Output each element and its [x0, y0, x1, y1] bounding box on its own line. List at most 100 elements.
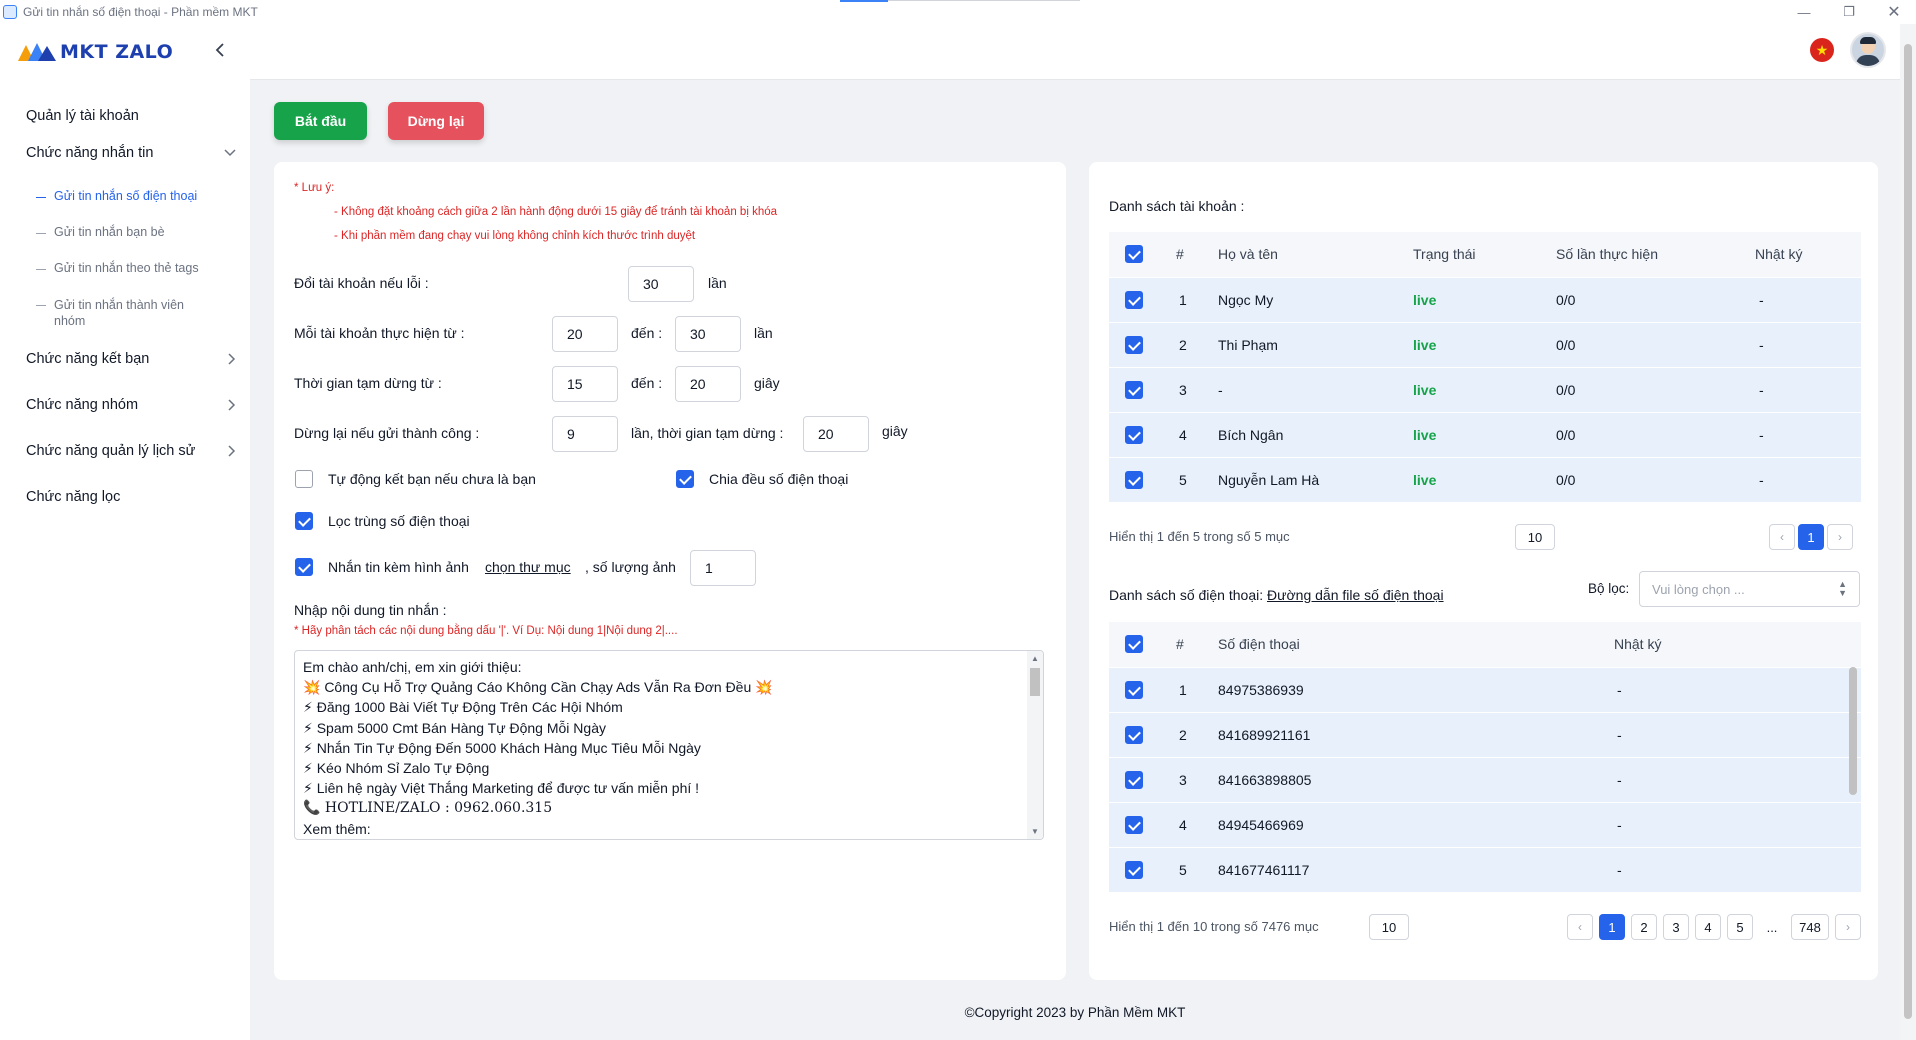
attach-image-checkbox[interactable]	[295, 558, 313, 576]
sidebar-item-history-functions[interactable]: Chức năng quản lý lịch sử	[26, 443, 236, 459]
close-icon[interactable]: ✕	[1874, 0, 1914, 24]
select-arrows-icon: ▲ ▼	[1838, 579, 1847, 598]
table-row[interactable]: 3 841663898805 -	[1109, 757, 1861, 802]
account-name: Ngọc My	[1218, 292, 1274, 308]
table-row[interactable]: 2 841689921161 -	[1109, 712, 1861, 757]
vietnam-flag-icon[interactable]: ★	[1810, 38, 1834, 62]
row-checkbox[interactable]	[1125, 771, 1143, 789]
table-row[interactable]: 4 Bích Ngân live 0/0 -	[1109, 412, 1861, 457]
sidebar-item-messaging[interactable]: Chức năng nhắn tin	[26, 145, 236, 161]
accounts-page-button[interactable]: 1	[1798, 524, 1824, 550]
switch-account-input[interactable]: 30	[628, 266, 694, 302]
scrollbar-thumb[interactable]	[1030, 668, 1040, 696]
pause-from-input[interactable]: 15	[552, 366, 618, 402]
image-count-input[interactable]: 1	[690, 550, 756, 586]
textarea-scrollbar[interactable]: ▲ ▼	[1027, 651, 1043, 839]
table-row[interactable]: 4 84945466969 -	[1109, 802, 1861, 847]
choose-folder-link[interactable]: chọn thư mục	[485, 559, 571, 575]
row-number: 3	[1179, 772, 1187, 788]
select-all-accounts-checkbox[interactable]	[1125, 245, 1143, 263]
pause-to-input[interactable]: 20	[675, 366, 741, 402]
accounts-page-size-select[interactable]: 10	[1515, 524, 1555, 550]
table-row[interactable]: 2 Thi Phạm live 0/0 -	[1109, 322, 1861, 367]
message-line: ⚡ Liên hệ ngày Việt Thắng Marketing để đ…	[303, 780, 700, 797]
sidebar-subitem-friend-message[interactable]: Gửi tin nhắn bạn bè	[36, 225, 236, 239]
split-phone-checkbox[interactable]	[676, 470, 694, 488]
brand-logo: MKT ZALO	[18, 41, 173, 63]
per-account-from-input[interactable]: 20	[552, 316, 618, 352]
phones-page-size-select[interactable]: 10	[1369, 914, 1409, 940]
message-line: ⚡ Nhắn Tin Tự Động Đến 5000 Khách Hàng M…	[303, 739, 701, 756]
phones-page-button[interactable]: 4	[1695, 914, 1721, 940]
pause-unit: giây	[754, 375, 780, 391]
sidebar-subitem-tag-message[interactable]: Gửi tin nhắn theo thẻ tags	[36, 261, 236, 275]
sidebar-item-account-management[interactable]: Quản lý tài khoản	[26, 108, 236, 124]
message-textarea[interactable]: Em chào anh/chị, em xin giới thiệu: 💥 Cô…	[294, 650, 1044, 840]
stop-button[interactable]: Dừng lại	[388, 102, 484, 140]
select-all-phones-checkbox[interactable]	[1125, 635, 1143, 653]
phones-table-scrollbar[interactable]	[1849, 667, 1857, 795]
user-avatar-icon[interactable]	[1850, 32, 1886, 68]
table-row[interactable]: 1 Ngọc My live 0/0 -	[1109, 277, 1861, 322]
pause-to-label: đến :	[631, 375, 663, 391]
row-checkbox[interactable]	[1125, 336, 1143, 354]
row-checkbox[interactable]	[1125, 471, 1143, 489]
chevron-down-icon	[224, 149, 236, 157]
auto-friend-checkbox[interactable]	[295, 470, 313, 488]
phones-prev-page-button[interactable]: ‹	[1567, 914, 1593, 940]
status-badge: live	[1413, 427, 1437, 443]
row-checkbox[interactable]	[1125, 426, 1143, 444]
phones-last-page-button[interactable]: 748	[1791, 914, 1829, 940]
phones-page-button[interactable]: 5	[1727, 914, 1753, 940]
phones-page-button[interactable]: 1	[1599, 914, 1625, 940]
row-checkbox[interactable]	[1125, 681, 1143, 699]
stop-after-pause-input[interactable]: 20	[803, 416, 869, 452]
phones-page-button[interactable]: 2	[1631, 914, 1657, 940]
row-checkbox[interactable]	[1125, 861, 1143, 879]
sidebar-subitem-label: Gửi tin nhắn số điện thoại	[54, 189, 198, 203]
per-account-to-input[interactable]: 30	[675, 316, 741, 352]
accounts-next-page-button[interactable]: ›	[1827, 524, 1853, 550]
collapse-sidebar-button[interactable]	[210, 40, 230, 60]
row-checkbox[interactable]	[1125, 726, 1143, 744]
phone-file-link[interactable]: Đường dẫn file số điện thoại	[1267, 587, 1444, 603]
accounts-prev-page-button[interactable]: ‹	[1769, 524, 1795, 550]
sidebar-item-friend-functions[interactable]: Chức năng kết bạn	[26, 351, 236, 367]
phones-page-button[interactable]: 3	[1663, 914, 1689, 940]
row-number: 1	[1179, 682, 1187, 698]
log-value: -	[1617, 727, 1622, 743]
scroll-down-icon[interactable]: ▼	[1031, 827, 1039, 836]
chevron-right-icon	[228, 445, 236, 457]
table-row[interactable]: 1 84975386939 -	[1109, 667, 1861, 712]
phones-pagination-ellipsis: ...	[1766, 919, 1778, 935]
run-count: 0/0	[1556, 337, 1576, 353]
minimize-icon[interactable]: —	[1784, 0, 1824, 24]
mkt-logo-icon	[18, 41, 58, 63]
stop-after-input[interactable]: 9	[552, 416, 618, 452]
table-row[interactable]: 3 - live 0/0 -	[1109, 367, 1861, 412]
sidebar-subitem-label: Gửi tin nhắn thành viên nhóm	[54, 298, 184, 328]
log-value: -	[1759, 337, 1764, 353]
titlebar-divider	[888, 0, 1080, 1]
page-scrollbar[interactable]	[1900, 24, 1916, 1040]
row-checkbox[interactable]	[1125, 291, 1143, 309]
sidebar-subitem-group-member-message[interactable]: Gửi tin nhắn thành viên nhóm	[36, 297, 206, 329]
page-scrollbar-thumb[interactable]	[1904, 44, 1912, 1019]
start-button[interactable]: Bắt đầu	[274, 102, 367, 140]
column-header: Nhật ký	[1614, 636, 1662, 652]
sidebar-subitem-phone-message[interactable]: Gửi tin nhắn số điện thoại	[36, 189, 236, 203]
phones-table-header: # Số điện thoại Nhật ký	[1109, 622, 1861, 667]
sidebar-item-group-functions[interactable]: Chức năng nhóm	[26, 397, 236, 413]
scroll-up-icon[interactable]: ▲	[1031, 654, 1039, 663]
table-row[interactable]: 5 Nguyễn Lam Hà live 0/0 -	[1109, 457, 1861, 502]
row-checkbox[interactable]	[1125, 816, 1143, 834]
filter-select[interactable]: Vui lòng chọn ... ▲ ▼	[1639, 571, 1860, 607]
phone-number: 841689921161	[1218, 727, 1311, 743]
row-checkbox[interactable]	[1125, 381, 1143, 399]
filter-duplicate-checkbox[interactable]	[295, 512, 313, 530]
phones-next-page-button[interactable]: ›	[1835, 914, 1861, 940]
row-number: 2	[1179, 337, 1187, 353]
restore-icon[interactable]: ❐	[1829, 0, 1869, 24]
table-row[interactable]: 5 841677461117 -	[1109, 847, 1861, 892]
sidebar-item-filter-functions[interactable]: Chức năng lọc	[26, 489, 236, 505]
